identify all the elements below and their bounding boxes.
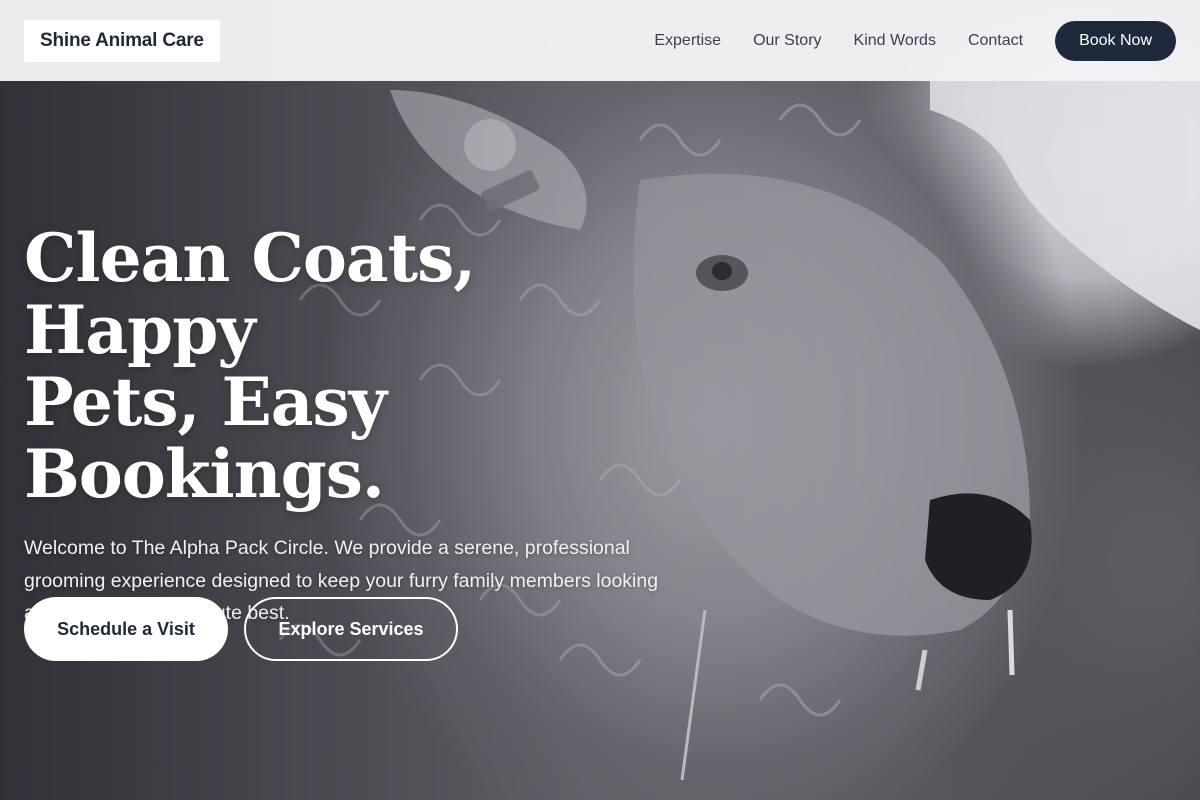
hero-cta-row: Schedule a Visit Explore Services [24, 597, 458, 661]
main-nav: Expertise Our Story Kind Words Contact B… [654, 20, 1176, 61]
explore-services-button[interactable]: Explore Services [244, 597, 458, 661]
nav-link-kind-words[interactable]: Kind Words [854, 32, 936, 50]
hero-title: Clean Coats, Happy Pets, Easy Bookings. [24, 222, 724, 510]
hero-title-line-2: Pets, Easy [24, 363, 387, 441]
hero-title-line-3: Bookings. [24, 435, 385, 513]
site-logo[interactable]: Shine Animal Care [24, 19, 220, 62]
nav-link-contact[interactable]: Contact [968, 32, 1023, 50]
book-now-button[interactable]: Book Now [1055, 20, 1176, 61]
nav-link-our-story[interactable]: Our Story [753, 32, 821, 50]
site-header: Shine Animal Care Expertise Our Story Ki… [0, 0, 1200, 81]
schedule-visit-button[interactable]: Schedule a Visit [24, 597, 228, 661]
hero-title-line-1: Clean Coats, Happy [24, 219, 476, 369]
nav-link-expertise[interactable]: Expertise [654, 32, 721, 50]
hero-section: Clean Coats, Happy Pets, Easy Bookings. … [24, 222, 724, 630]
